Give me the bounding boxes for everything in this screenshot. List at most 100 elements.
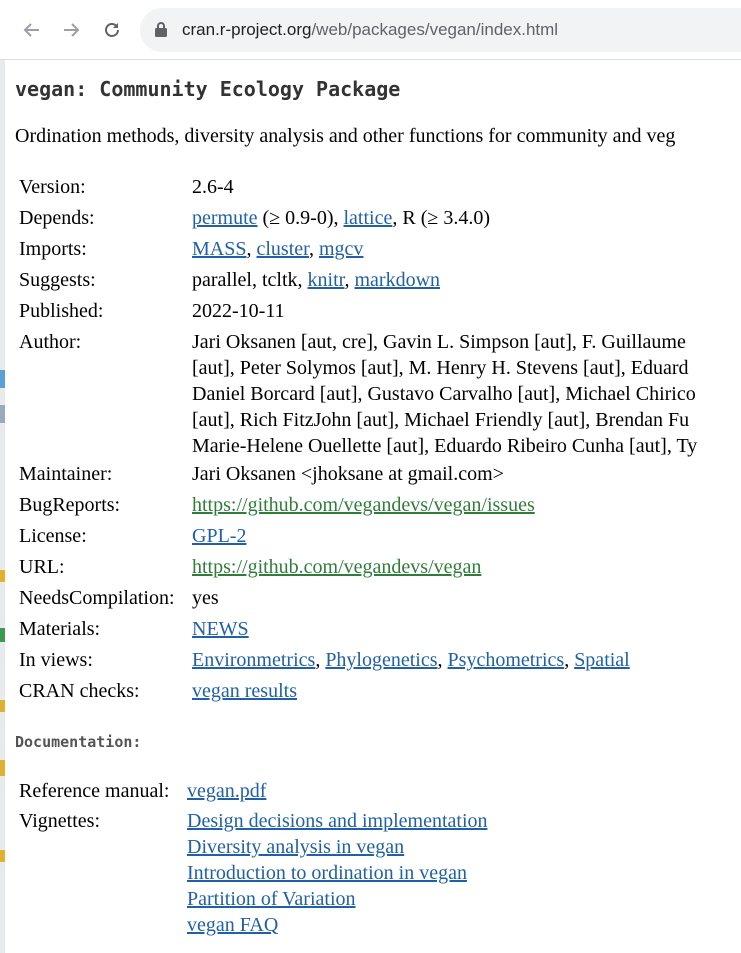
vignette-link[interactable]: Diversity analysis in vegan [187, 836, 404, 858]
separator: , [437, 649, 448, 671]
vignette-link[interactable]: Partition of Variation [187, 888, 356, 910]
link-github[interactable]: https://github.com/vegandevs/vegan [192, 556, 481, 578]
address-bar[interactable]: cran.r-project.org/web/packages/vegan/in… [140, 8, 741, 52]
vignettes-list: Design decisions and implementation Dive… [184, 808, 491, 938]
author-line: [aut], Peter Solymos [aut], M. Henry H. … [192, 357, 689, 379]
version-value: 2.6-4 [192, 176, 234, 198]
field-label: CRAN checks: [19, 680, 140, 702]
author-value: Jari Oksanen [aut, cre], Gavin L. Simpso… [189, 329, 700, 461]
reference-value: vegan.pdf [184, 778, 491, 808]
link-cluster[interactable]: cluster [256, 238, 309, 260]
forward-button[interactable] [57, 16, 85, 44]
imports-value: MASS, cluster, mgcv [189, 236, 700, 267]
maintainer-value: Jari Oksanen <jhoksane at gmail.com> [192, 463, 504, 485]
browser-toolbar: cran.r-project.org/web/packages/vegan/in… [0, 0, 741, 60]
info-row-author: Author: Jari Oksanen [aut, cre], Gavin L… [16, 329, 700, 461]
url-host: cran.r-project.org [182, 20, 312, 39]
field-label: Published: [19, 300, 104, 322]
info-row-maintainer: Maintainer: Jari Oksanen <jhoksane at gm… [16, 461, 700, 492]
link-knitr[interactable]: knitr [308, 269, 345, 291]
link-vegan-pdf[interactable]: vegan.pdf [187, 780, 266, 802]
needscompilation-value: yes [192, 587, 219, 609]
author-line: Jari Oksanen [aut, cre], Gavin L. Simpso… [192, 331, 686, 353]
url-path: /web/packages/vegan/index.html [311, 20, 559, 39]
author-line: Marie-Helene Ouellette [aut], Eduardo Ri… [192, 435, 698, 457]
field-label: Author: [19, 331, 82, 353]
documentation-heading: Documentation: [15, 733, 142, 751]
link-mgcv[interactable]: mgcv [319, 238, 363, 260]
back-button[interactable] [18, 16, 46, 44]
package-info-table: Version: 2.6-4 Depends: permute (≥ 0.9-0… [16, 174, 700, 709]
vignette-link[interactable]: vegan FAQ [187, 914, 278, 936]
vignette-link[interactable]: Design decisions and implementation [187, 810, 488, 832]
materials-value: NEWS [189, 616, 700, 647]
page-content: vegan: Community Ecology Package Ordinat… [5, 61, 741, 953]
field-label: Depends: [19, 207, 95, 229]
field-label: NeedsCompilation: [19, 587, 175, 609]
package-description: Ordination methods, diversity analysis a… [15, 125, 676, 147]
field-label: Reference manual: [19, 780, 170, 802]
separator: , [246, 238, 257, 260]
link-environmetrics[interactable]: Environmetrics [192, 649, 315, 671]
field-label: BugReports: [19, 494, 121, 516]
link-markdown[interactable]: markdown [355, 269, 441, 291]
page-title: vegan: Community Ecology Package [15, 77, 401, 101]
link-permute[interactable]: permute [192, 207, 258, 229]
field-label: Version: [19, 176, 86, 198]
vignette-link[interactable]: Introduction to ordination in vegan [187, 862, 467, 884]
info-row-needscompilation: NeedsCompilation: yes [16, 585, 700, 616]
arrow-right-icon [64, 23, 80, 37]
link-lattice[interactable]: lattice [344, 207, 393, 229]
info-row-depends: Depends: permute (≥ 0.9-0), lattice, R (… [16, 205, 700, 236]
url-text: cran.r-project.org/web/packages/vegan/in… [182, 20, 558, 40]
reload-icon [105, 23, 119, 37]
lock-icon [155, 22, 167, 37]
depends-text: (≥ 0.9-0), [257, 207, 344, 229]
field-label: License: [19, 525, 87, 547]
info-row-published: Published: 2022-10-11 [16, 298, 700, 329]
author-line: [aut], Rich FitzJohn [aut], Michael Frie… [192, 409, 690, 431]
depends-text: , R (≥ 3.4.0) [392, 207, 490, 229]
author-line: Daniel Borcard [aut], Gustavo Carvalho [… [192, 383, 696, 405]
documentation-table: Reference manual: vegan.pdf Vignettes: D… [16, 778, 491, 938]
cranchecks-value: vegan results [189, 678, 700, 709]
info-row-version: Version: 2.6-4 [16, 174, 700, 205]
info-row-inviews: In views: Environmetrics, Phylogenetics,… [16, 647, 700, 678]
field-label: Imports: [19, 238, 87, 260]
link-bugreports[interactable]: https://github.com/vegandevs/vegan/issue… [192, 494, 535, 516]
docs-row-vignettes: Vignettes: Design decisions and implemen… [16, 808, 491, 938]
link-vegan-results[interactable]: vegan results [192, 680, 297, 702]
field-label: Maintainer: [19, 463, 113, 485]
info-row-imports: Imports: MASS, cluster, mgcv [16, 236, 700, 267]
separator: , [315, 649, 326, 671]
info-row-url: URL: https://github.com/vegandevs/vegan [16, 554, 700, 585]
info-row-license: License: GPL-2 [16, 523, 700, 554]
field-label: Suggests: [19, 269, 96, 291]
field-label: In views: [19, 649, 93, 671]
link-license[interactable]: GPL-2 [192, 525, 246, 547]
link-spatial[interactable]: Spatial [574, 649, 630, 671]
docs-row-reference: Reference manual: vegan.pdf [16, 778, 491, 808]
separator: , [564, 649, 575, 671]
info-row-bugreports: BugReports: https://github.com/vegandevs… [16, 492, 700, 523]
inviews-value: Environmetrics, Phylogenetics, Psychomet… [189, 647, 700, 678]
separator: , [344, 269, 355, 291]
link-phylogenetics[interactable]: Phylogenetics [325, 649, 437, 671]
reload-button[interactable] [98, 16, 126, 44]
arrow-left-icon [23, 23, 39, 37]
separator: , [309, 238, 319, 260]
info-row-suggests: Suggests: parallel, tcltk, knitr, markdo… [16, 267, 700, 298]
field-label: Materials: [19, 618, 101, 640]
url-value: https://github.com/vegandevs/vegan [189, 554, 700, 585]
info-row-cranchecks: CRAN checks: vegan results [16, 678, 700, 709]
depends-value: permute (≥ 0.9-0), lattice, R (≥ 3.4.0) [189, 205, 700, 236]
field-label: Vignettes: [19, 810, 101, 832]
link-mass[interactable]: MASS [192, 238, 246, 260]
field-label: URL: [19, 556, 65, 578]
suggests-value: parallel, tcltk, knitr, markdown [189, 267, 700, 298]
link-news[interactable]: NEWS [192, 618, 249, 640]
license-value: GPL-2 [189, 523, 700, 554]
published-value: 2022-10-11 [192, 300, 285, 322]
link-psychometrics[interactable]: Psychometrics [448, 649, 565, 671]
info-row-materials: Materials: NEWS [16, 616, 700, 647]
